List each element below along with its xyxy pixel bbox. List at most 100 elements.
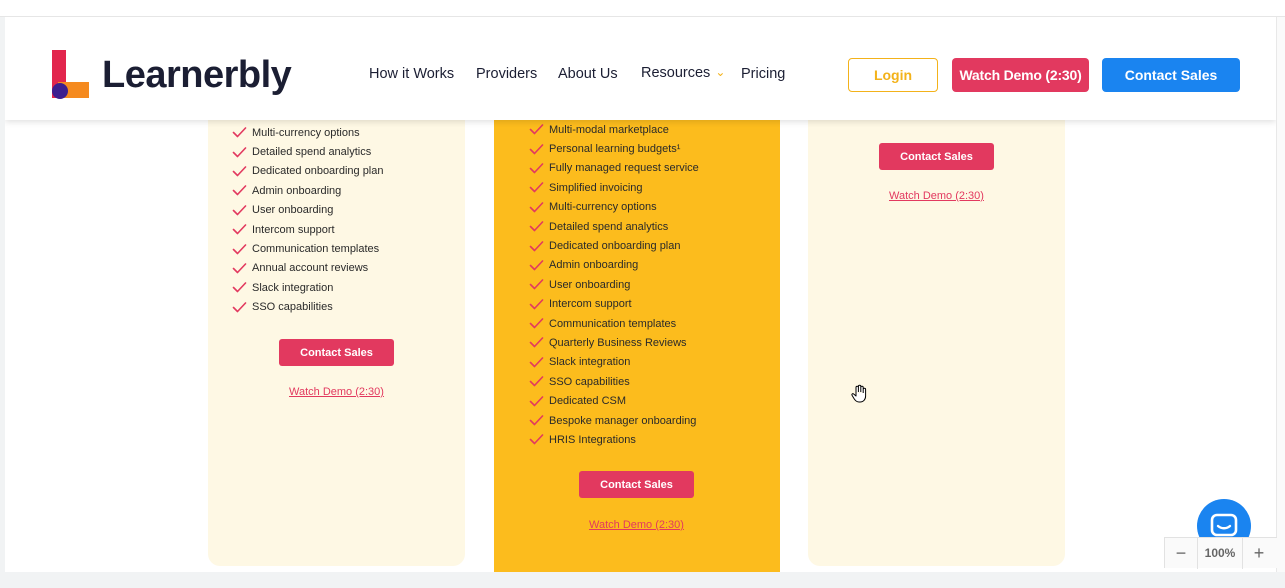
check-icon bbox=[232, 243, 247, 254]
feature-item: Fully managed request service bbox=[529, 159, 699, 178]
nav-resources[interactable]: Resources ⌄ bbox=[641, 64, 725, 82]
login-button[interactable]: Login bbox=[848, 58, 938, 92]
check-icon bbox=[232, 185, 247, 196]
check-icon bbox=[232, 263, 247, 274]
watch-demo-link[interactable]: Watch Demo (2:30) bbox=[289, 386, 384, 398]
vertical-scrollbar[interactable] bbox=[1276, 17, 1285, 572]
feature-label: Annual account reviews bbox=[252, 262, 369, 275]
check-icon bbox=[529, 395, 544, 406]
feature-label: Detailed spend analytics bbox=[252, 146, 372, 159]
feature-item: Communication templates bbox=[529, 314, 699, 333]
nav-how-it-works[interactable]: How it Works bbox=[369, 65, 454, 83]
feature-label: Multi-currency options bbox=[252, 126, 360, 139]
feature-item: Multi-modal marketplace bbox=[529, 120, 699, 139]
feature-item: Annual account reviews bbox=[232, 259, 384, 278]
zoom-level[interactable]: 100% bbox=[1197, 537, 1243, 569]
feature-item: Dedicated onboarding plan bbox=[232, 162, 384, 181]
check-icon bbox=[232, 204, 247, 216]
feature-item: Multi-currency options bbox=[232, 123, 384, 142]
check-icon bbox=[529, 163, 544, 174]
logo-mark-icon[interactable] bbox=[52, 50, 90, 100]
check-icon bbox=[232, 146, 247, 157]
check-icon bbox=[529, 201, 544, 213]
watch-demo-link[interactable]: Watch Demo (2:30) bbox=[889, 190, 984, 202]
watch-demo-button[interactable]: Watch Demo (2:30) bbox=[952, 58, 1089, 92]
feature-label: Personal learning budgets¹ bbox=[549, 143, 681, 156]
feature-item: Slack integration bbox=[232, 278, 384, 297]
check-icon bbox=[529, 260, 544, 271]
feature-label: Admin onboarding bbox=[252, 184, 342, 197]
nav-providers[interactable]: Providers bbox=[476, 65, 537, 83]
feature-item: Simplified invoicing bbox=[529, 178, 699, 197]
feature-item: Dedicated CSM bbox=[529, 391, 699, 410]
feature-item: SSO capabilities bbox=[232, 298, 384, 317]
feature-item: User onboarding bbox=[232, 201, 384, 220]
feature-label: Detailed spend analytics bbox=[549, 220, 669, 233]
hand-cursor-icon bbox=[851, 384, 867, 403]
feature-label: Simplified invoicing bbox=[549, 181, 643, 194]
feature-label: Dedicated CSM bbox=[549, 395, 627, 408]
feature-label: Communication templates bbox=[549, 317, 677, 330]
feature-label: Intercom support bbox=[549, 298, 632, 311]
feature-label: Quarterly Business Reviews bbox=[549, 336, 687, 349]
feature-label: Communication templates bbox=[252, 243, 380, 256]
check-icon bbox=[529, 240, 544, 251]
feature-item: Intercom support bbox=[529, 295, 699, 314]
zoom-control: − 100% + bbox=[1164, 537, 1277, 569]
feature-label: Slack integration bbox=[252, 281, 334, 294]
feature-label: SSO capabilities bbox=[252, 301, 333, 314]
check-icon bbox=[232, 127, 247, 138]
check-icon bbox=[232, 301, 247, 313]
feature-item: Admin onboarding bbox=[529, 256, 699, 275]
nav-resources-label: Resources bbox=[641, 65, 711, 81]
feature-label: Fully managed request service bbox=[549, 162, 699, 175]
feature-list: Multi-currency options Detailed spend ana… bbox=[232, 123, 384, 317]
feature-item: Dedicated onboarding plan bbox=[529, 236, 699, 255]
feature-item: Slack integration bbox=[529, 353, 699, 372]
contact-sales-button[interactable]: Contact Sales bbox=[579, 471, 694, 498]
contact-sales-button[interactable]: Contact Sales bbox=[879, 143, 994, 170]
feature-label: Dedicated onboarding plan bbox=[549, 240, 681, 253]
browser-top-strip bbox=[0, 0, 1285, 17]
feature-item: Intercom support bbox=[232, 220, 384, 239]
nav-about-us[interactable]: About Us bbox=[558, 65, 618, 83]
feature-item: User onboarding bbox=[529, 275, 699, 294]
check-icon bbox=[529, 337, 544, 348]
check-icon bbox=[529, 143, 544, 154]
feature-label: SSO capabilities bbox=[549, 375, 630, 388]
nav-pricing[interactable]: Pricing bbox=[741, 65, 785, 83]
feature-label: Multi-modal marketplace bbox=[549, 123, 669, 136]
zoom-out-button[interactable]: − bbox=[1165, 543, 1197, 564]
feature-label: Admin onboarding bbox=[549, 259, 639, 272]
plan-card-right: Contact Sales Watch Demo (2:30) bbox=[808, 107, 1065, 566]
logo-wordmark[interactable]: Learnerbly bbox=[102, 53, 292, 97]
check-icon bbox=[529, 298, 544, 310]
feature-item: Detailed spend analytics bbox=[529, 217, 699, 236]
page-viewport: Learnerbly How it Works Providers About … bbox=[5, 17, 1276, 572]
plan-card-left: Multi-currency options Detailed spend ana… bbox=[208, 107, 465, 566]
zoom-in-button[interactable]: + bbox=[1243, 543, 1275, 564]
browser-bottom-bar bbox=[0, 572, 1285, 588]
check-icon bbox=[232, 166, 247, 177]
check-icon bbox=[232, 282, 247, 293]
site-header: Learnerbly How it Works Providers About … bbox=[5, 17, 1276, 120]
check-icon bbox=[232, 224, 247, 235]
feature-label: Dedicated onboarding plan bbox=[252, 165, 384, 178]
feature-label: Multi-currency options bbox=[549, 201, 657, 214]
feature-item: Communication templates bbox=[232, 239, 384, 258]
check-icon bbox=[529, 357, 544, 368]
feature-item: Multi-currency options bbox=[529, 198, 699, 217]
watch-demo-link[interactable]: Watch Demo (2:30) bbox=[589, 519, 684, 531]
chat-icon bbox=[1210, 513, 1238, 537]
feature-label: Intercom support bbox=[252, 223, 335, 236]
feature-item: Quarterly Business Reviews bbox=[529, 333, 699, 352]
feature-label: User onboarding bbox=[252, 204, 334, 217]
feature-item: Personal learning budgets¹ bbox=[529, 139, 699, 158]
contact-sales-button[interactable]: Contact Sales bbox=[279, 339, 394, 366]
check-icon bbox=[529, 221, 544, 232]
chevron-down-icon: ⌄ bbox=[715, 65, 726, 79]
feature-label: User onboarding bbox=[549, 278, 631, 291]
feature-item: SSO capabilities bbox=[529, 372, 699, 391]
feature-list: Multi-modal marketplace Personal learning… bbox=[529, 120, 699, 450]
contact-sales-button[interactable]: Contact Sales bbox=[1102, 58, 1240, 92]
